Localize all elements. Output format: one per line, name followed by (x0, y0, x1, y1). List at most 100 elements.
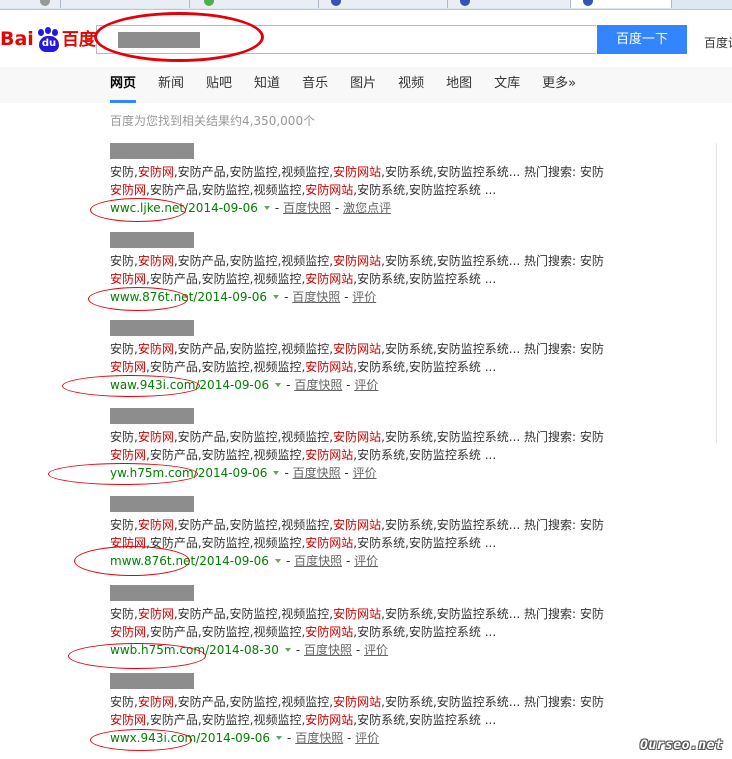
result-meta: yw.h75m.com/2014-09-06- 百度快照 - 评价 (110, 466, 377, 480)
snapshot-link[interactable]: 百度快照 (292, 290, 340, 304)
tab-favicon-icon (331, 0, 341, 6)
result-date: 2014-09-06 (200, 731, 271, 745)
result-url[interactable]: mww.876t.net/ (110, 554, 199, 568)
tab-favicon-icon (460, 0, 470, 6)
tab-music[interactable]: 音乐 (302, 67, 328, 100)
result-abstract-line1: 安防,安防网,安防产品,安防监控,视频监控,安防网站,安防系统,安防监控系统..… (110, 695, 604, 709)
tab-more[interactable]: 更多» (542, 67, 576, 100)
result-abstract-line2: 安防网,安防产品,安防监控,视频监控,安防网站,安防系统,安防监控系统 ... (110, 272, 497, 286)
result-abstract-line2: 安防网,安防产品,安防监控,视频监控,安防网站,安防系统,安防监控系统 ... (110, 536, 497, 550)
result-date: 2014-09-06 (197, 290, 268, 304)
redacted-result-title[interactable] (110, 673, 194, 689)
snapshot-link[interactable]: 百度快照 (293, 466, 341, 480)
dropdown-arrow-icon[interactable] (275, 383, 282, 387)
browser-tab[interactable] (190, 0, 319, 8)
dropdown-arrow-icon[interactable] (274, 559, 281, 563)
search-result: 安防,安防网,安防产品,安防监控,视频监控,安防网站,安防系统,安防监控系统..… (110, 232, 610, 307)
result-abstract-line2: 安防网,安防产品,安防监控,视频监控,安防网站,安防系统,安防监控系统 ... (110, 713, 497, 727)
tab-map[interactable]: 地图 (446, 67, 472, 100)
redacted-result-title[interactable] (110, 585, 194, 601)
browser-tab[interactable] (0, 0, 61, 8)
result-abstract-line2: 安防网,安防产品,安防监控,视频监控,安防网站,安防系统,安防监控系统 ... (110, 625, 497, 639)
result-url[interactable]: www.876t.net/ (110, 290, 197, 304)
tab-favicon-icon (40, 0, 50, 6)
search-input[interactable] (96, 25, 596, 54)
review-link[interactable]: 评价 (354, 378, 378, 392)
browser-tab[interactable] (319, 0, 448, 8)
result-abstract-line2: 安防网,安防产品,安防监控,视频监控,安防网站,安防系统,安防监控系统 ... (110, 360, 497, 374)
result-date: 2014-08-30 (209, 643, 279, 657)
tab-tieba[interactable]: 贴吧 (206, 67, 232, 100)
review-link[interactable]: 评价 (354, 554, 378, 568)
search-button[interactable]: 百度一下 (597, 25, 687, 54)
review-link[interactable]: 评价 (353, 466, 377, 480)
logo-text-cn: 百度 (61, 30, 96, 50)
result-url[interactable]: wwx.943i.com/ (110, 731, 200, 745)
tab-wenku[interactable]: 文库 (494, 67, 520, 100)
tab-news[interactable]: 新闻 (158, 67, 184, 100)
snapshot-link[interactable]: 百度快照 (294, 554, 342, 568)
redacted-result-title[interactable] (110, 320, 194, 336)
dropdown-arrow-icon[interactable] (284, 648, 291, 652)
dropdown-arrow-icon[interactable] (263, 206, 270, 210)
paw-icon: du (35, 26, 61, 53)
result-url[interactable]: wwb.h75m.com/ (110, 643, 209, 657)
result-meta: wwb.h75m.com/2014-08-30- 百度快照 - 评价 (110, 643, 389, 657)
result-meta: www.876t.net/2014-09-06- 百度快照 - 评价 (110, 290, 377, 304)
result-abstract-line2: 安防网,安防产品,安防监控,视频监控,安防网站,安防系统,安防监控系统 ... (110, 448, 497, 462)
result-date: 2014-09-06 (188, 201, 258, 215)
review-link[interactable]: 评价 (355, 731, 379, 745)
browser-tab[interactable] (61, 0, 190, 8)
redacted-result-title[interactable] (110, 232, 194, 248)
result-url[interactable]: waw.943i.com/ (110, 378, 199, 392)
review-link[interactable]: 激您点评 (343, 201, 391, 215)
search-result: 安防,安防网,安防产品,安防监控,视频监控,安防网站,安防系统,安防监控系统..… (110, 320, 610, 395)
tab-images[interactable]: 图片 (350, 67, 376, 100)
tab-web[interactable]: 网页 (110, 67, 137, 103)
result-date: 2014-09-06 (199, 378, 270, 392)
snapshot-link[interactable]: 百度快照 (304, 643, 352, 657)
redacted-result-title[interactable] (110, 143, 194, 159)
tab-favicon-icon (204, 0, 214, 6)
logo-text-bai: Bai (0, 28, 34, 50)
review-link[interactable]: 评价 (352, 290, 376, 304)
snapshot-link[interactable]: 百度快照 (283, 201, 331, 215)
redacted-query (118, 32, 200, 48)
search-result: 安防,安防网,安防产品,安防监控,视频监控,安防网站,安防系统,安防监控系统..… (110, 673, 610, 748)
dropdown-arrow-icon[interactable] (276, 736, 283, 740)
browser-tab-active[interactable] (571, 0, 672, 8)
snapshot-link[interactable]: 百度快照 (295, 731, 343, 745)
dropdown-arrow-icon[interactable] (273, 295, 280, 299)
browser-tab-strip (0, 0, 732, 10)
result-url[interactable]: wwc.ljke.net/ (110, 201, 188, 215)
tab-favicon-icon (583, 0, 593, 6)
browser-tab[interactable] (448, 0, 571, 8)
redacted-result-title[interactable] (110, 408, 194, 424)
result-url[interactable]: yw.h75m.com/ (110, 466, 198, 480)
result-meta: wwc.ljke.net/2014-09-06- 百度快照 - 激您点评 (110, 201, 392, 215)
settings-link[interactable]: 百度设 (704, 34, 732, 51)
redacted-result-title[interactable] (110, 496, 194, 512)
tab-zhidao[interactable]: 知道 (254, 67, 280, 100)
result-count: 百度为您找到相关结果约4,350,000个 (110, 114, 316, 128)
snapshot-link[interactable]: 百度快照 (294, 378, 342, 392)
review-link[interactable]: 评价 (364, 643, 388, 657)
result-abstract-line1: 安防,安防网,安防产品,安防监控,视频监控,安防网站,安防系统,安防监控系统..… (110, 254, 604, 268)
search-result: 安防,安防网,安防产品,安防监控,视频监控,安防网站,安防系统,安防监控系统..… (110, 408, 610, 483)
nav-tabs: 网页 新闻 贴吧 知道 音乐 图片 视频 地图 文库 更多» (110, 67, 598, 103)
result-meta: mww.876t.net/2014-09-06- 百度快照 - 评价 (110, 554, 379, 568)
result-abstract-line1: 安防,安防网,安防产品,安防监控,视频监控,安防网站,安防系统,安防监控系统..… (110, 165, 604, 179)
search-result: 安防,安防网,安防产品,安防监控,视频监控,安防网站,安防系统,安防监控系统..… (110, 143, 610, 218)
search-result: 安防,安防网,安防产品,安防监控,视频监控,安防网站,安防系统,安防监控系统..… (110, 585, 610, 660)
result-abstract-line1: 安防,安防网,安防产品,安防监控,视频监控,安防网站,安防系统,安防监控系统..… (110, 342, 604, 356)
dropdown-arrow-icon[interactable] (273, 471, 280, 475)
watermark: Ourseo.net (640, 738, 724, 753)
result-abstract-line1: 安防,安防网,安防产品,安防监控,视频监控,安防网站,安防系统,安防监控系统..… (110, 430, 604, 444)
result-date: 2014-09-06 (199, 554, 269, 568)
result-abstract-line1: 安防,安防网,安防产品,安防监控,视频监控,安防网站,安防系统,安防监控系统..… (110, 607, 604, 621)
search-result: 安防,安防网,安防产品,安防监控,视频监控,安防网站,安防系统,安防监控系统..… (110, 496, 610, 571)
tab-video[interactable]: 视频 (398, 67, 424, 100)
scrollbar[interactable] (716, 143, 717, 443)
baidu-logo[interactable]: Bai du 百度 (0, 22, 96, 56)
result-abstract-line2: 安防网,安防产品,安防监控,视频监控,安防网站,安防系统,安防监控系统 ... (110, 183, 497, 197)
